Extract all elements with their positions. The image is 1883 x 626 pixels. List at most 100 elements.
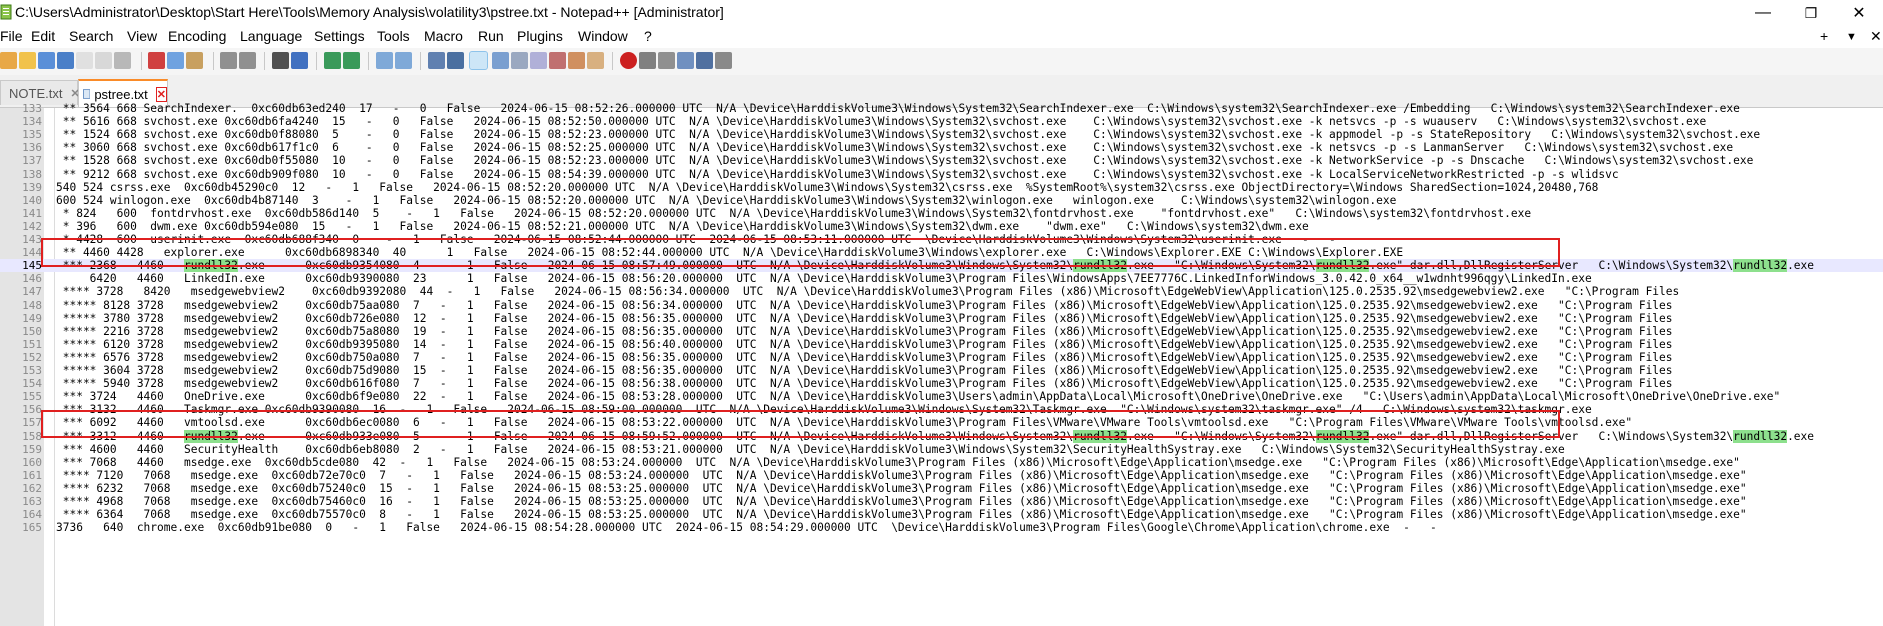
text-line[interactable]: 165 3736 640 chrome.exe 0xc60db91be080 0 … xyxy=(0,521,1883,534)
line-text: **** 6364 7068 msedge.exe 0xc60db75570c0… xyxy=(56,508,1747,522)
word-wrap-icon[interactable] xyxy=(428,52,445,69)
stop-macro-icon[interactable] xyxy=(639,52,656,69)
text-line[interactable]: 134 ** 5616 668 svchost.exe 0xc60db6fa42… xyxy=(0,115,1883,128)
monitoring-icon[interactable] xyxy=(568,52,585,69)
menu-settings[interactable]: Settings xyxy=(314,28,365,44)
search-match-highlight: rundll32 xyxy=(1733,259,1788,273)
line-number: 157 xyxy=(22,416,42,430)
play-multiple-macro-icon[interactable] xyxy=(677,52,694,69)
text-line[interactable]: 159 *** 4600 4460 SecurityHealth 0xc60db… xyxy=(0,443,1883,456)
restore-button[interactable]: ❐ xyxy=(1788,0,1834,26)
line-text: 3736 640 chrome.exe 0xc60db91be080 0 - 1… xyxy=(56,521,1437,535)
paste-icon[interactable] xyxy=(186,52,203,69)
menu-language[interactable]: Language xyxy=(240,28,302,44)
cut-icon[interactable] xyxy=(148,52,165,69)
print-icon[interactable] xyxy=(114,52,131,69)
menu-plugins[interactable]: Plugins xyxy=(517,28,563,44)
text-editor[interactable]: 133 ** 3564 668 SearchIndexer. 0xc60db63… xyxy=(0,102,1883,626)
save-macro-icon[interactable] xyxy=(696,52,713,69)
extra-tool-icon[interactable] xyxy=(715,52,732,69)
replace-icon[interactable] xyxy=(291,52,308,69)
text-line[interactable]: 162 **** 6232 7068 msedge.exe 0xc60db752… xyxy=(0,482,1883,495)
zoom-out-icon[interactable] xyxy=(343,52,360,69)
text-line[interactable]: 152 ***** 6576 3728 msedgewebview2 0xc60… xyxy=(0,351,1883,364)
line-number: 162 xyxy=(22,481,42,495)
folder-workspace-icon[interactable] xyxy=(549,52,566,69)
text-line[interactable]: 136 ** 3060 668 svchost.exe 0xc60db617f1… xyxy=(0,141,1883,154)
document-map-icon[interactable] xyxy=(511,52,528,69)
text-line[interactable]: 154 ***** 5940 3728 msedgewebview2 0xc60… xyxy=(0,377,1883,390)
find-icon[interactable] xyxy=(272,52,289,69)
line-text: **** 3728 8420 msedgewebview2 0xc60db939… xyxy=(56,285,1680,299)
text-line[interactable]: 141 * 824 600 fontdrvhost.exe 0xc60db586… xyxy=(0,207,1883,220)
show-all-characters-icon[interactable] xyxy=(447,52,464,69)
line-text: * 824 600 fontdrvhost.exe 0xc60db586d140… xyxy=(56,206,1532,220)
text-line[interactable]: 137 ** 1528 668 svchost.exe 0xc60db0f550… xyxy=(0,154,1883,167)
menu-file[interactable]: File xyxy=(0,28,23,44)
menu-view[interactable]: View xyxy=(127,28,157,44)
text-line[interactable]: 161 **** 7120 7068 msedge.exe 0xc60db72e… xyxy=(0,469,1883,482)
text-line[interactable]: 135 ** 1524 668 svchost.exe 0xc60db0f880… xyxy=(0,128,1883,141)
open-file-icon[interactable] xyxy=(19,52,36,69)
text-line[interactable]: 164 **** 6364 7068 msedge.exe 0xc60db755… xyxy=(0,508,1883,521)
tab-list-dropdown-button[interactable]: ▼ xyxy=(1846,31,1857,43)
line-number: 150 xyxy=(22,324,42,338)
menu-macro[interactable]: Macro xyxy=(424,28,463,44)
panel-icon[interactable] xyxy=(587,52,604,69)
text-line[interactable]: 153 ***** 3604 3728 msedgewebview2 0xc60… xyxy=(0,364,1883,377)
menu-help[interactable]: ? xyxy=(644,28,652,44)
tab-close-icon[interactable]: ✕ xyxy=(155,86,167,102)
redo-icon[interactable] xyxy=(239,52,256,69)
menu-encoding[interactable]: Encoding xyxy=(168,28,226,44)
function-list-icon[interactable] xyxy=(530,52,547,69)
line-text: ***** 3780 3728 msedgewebview2 0xc60db72… xyxy=(56,311,1673,325)
menu-tools[interactable]: Tools xyxy=(377,28,410,44)
text-line[interactable]: 139 540 524 csrss.exe 0xc60db45290c0 12 -… xyxy=(0,181,1883,194)
minimize-button[interactable]: — xyxy=(1740,0,1786,26)
close-all-icon[interactable] xyxy=(95,52,112,69)
text-line[interactable]: 140 600 524 winlogon.exe 0xc60db4b87140 3… xyxy=(0,194,1883,207)
toolbar-separator xyxy=(316,52,317,70)
sync-vertical-icon[interactable] xyxy=(376,52,393,69)
copy-icon[interactable] xyxy=(167,52,184,69)
text-line[interactable]: 146 6420 4460 LinkedIn.exe 0xc60db939008… xyxy=(0,272,1883,285)
line-number: 141 xyxy=(22,206,42,220)
text-line[interactable]: 147 **** 3728 8420 msedgewebview2 0xc60d… xyxy=(0,285,1883,298)
text-line[interactable]: 155 *** 3724 4460 OneDrive.exe 0xc60db6f… xyxy=(0,390,1883,403)
text-line[interactable]: 133 ** 3564 668 SearchIndexer. 0xc60db63… xyxy=(0,102,1883,115)
save-all-icon[interactable] xyxy=(57,52,74,69)
menu-search[interactable]: Search xyxy=(69,28,113,44)
play-macro-icon[interactable] xyxy=(658,52,675,69)
line-number: 135 xyxy=(22,128,42,142)
menu-run[interactable]: Run xyxy=(478,28,504,44)
text-line[interactable]: 151 ***** 6120 3728 msedgewebview2 0xc60… xyxy=(0,338,1883,351)
new-tab-plus-button[interactable]: + xyxy=(1820,28,1828,44)
line-number: 154 xyxy=(22,377,42,391)
record-macro-icon[interactable] xyxy=(620,52,637,69)
line-number: 143 xyxy=(22,233,42,246)
line-text: ***** 5940 3728 msedgewebview2 0xc60db61… xyxy=(56,377,1673,391)
text-line[interactable]: 149 ***** 3780 3728 msedgewebview2 0xc60… xyxy=(0,312,1883,325)
indent-guide-icon[interactable] xyxy=(469,51,488,70)
line-number: 159 xyxy=(22,442,42,456)
save-icon[interactable] xyxy=(38,52,55,69)
zoom-in-icon[interactable] xyxy=(324,52,341,69)
line-text: ***** 3604 3728 msedgewebview2 0xc60db75… xyxy=(56,364,1673,377)
line-text: * 396 600 dwm.exe 0xc60db594e080 15 - 1 … xyxy=(56,219,1309,233)
text-line[interactable]: 150 ***** 2216 3728 msedgewebview2 0xc60… xyxy=(0,325,1883,338)
menu-window[interactable]: Window xyxy=(578,28,628,44)
text-line[interactable]: 138 ** 9212 668 svchost.exe 0xc60db909f0… xyxy=(0,168,1883,181)
sync-horizontal-icon[interactable] xyxy=(395,52,412,69)
undo-icon[interactable] xyxy=(220,52,237,69)
new-file-icon[interactable] xyxy=(0,52,17,69)
close-document-button[interactable]: ✕ xyxy=(1870,28,1882,45)
menu-edit[interactable]: Edit xyxy=(31,28,55,44)
text-line[interactable]: 163 **** 4968 7068 msedge.exe 0xc60db754… xyxy=(0,495,1883,508)
language-define-icon[interactable] xyxy=(492,52,509,69)
text-line[interactable]: 142 * 396 600 dwm.exe 0xc60db594e080 15 … xyxy=(0,220,1883,233)
line-text: ***** 6576 3728 msedgewebview2 0xc60db75… xyxy=(56,350,1673,364)
text-line[interactable]: 160 *** 7068 4460 msedge.exe 0xc60db5cde… xyxy=(0,456,1883,469)
close-file-icon[interactable] xyxy=(76,52,93,69)
text-line[interactable]: 148 ***** 8128 3728 msedgewebview2 0xc60… xyxy=(0,299,1883,312)
close-window-button[interactable]: ✕ xyxy=(1836,0,1882,26)
